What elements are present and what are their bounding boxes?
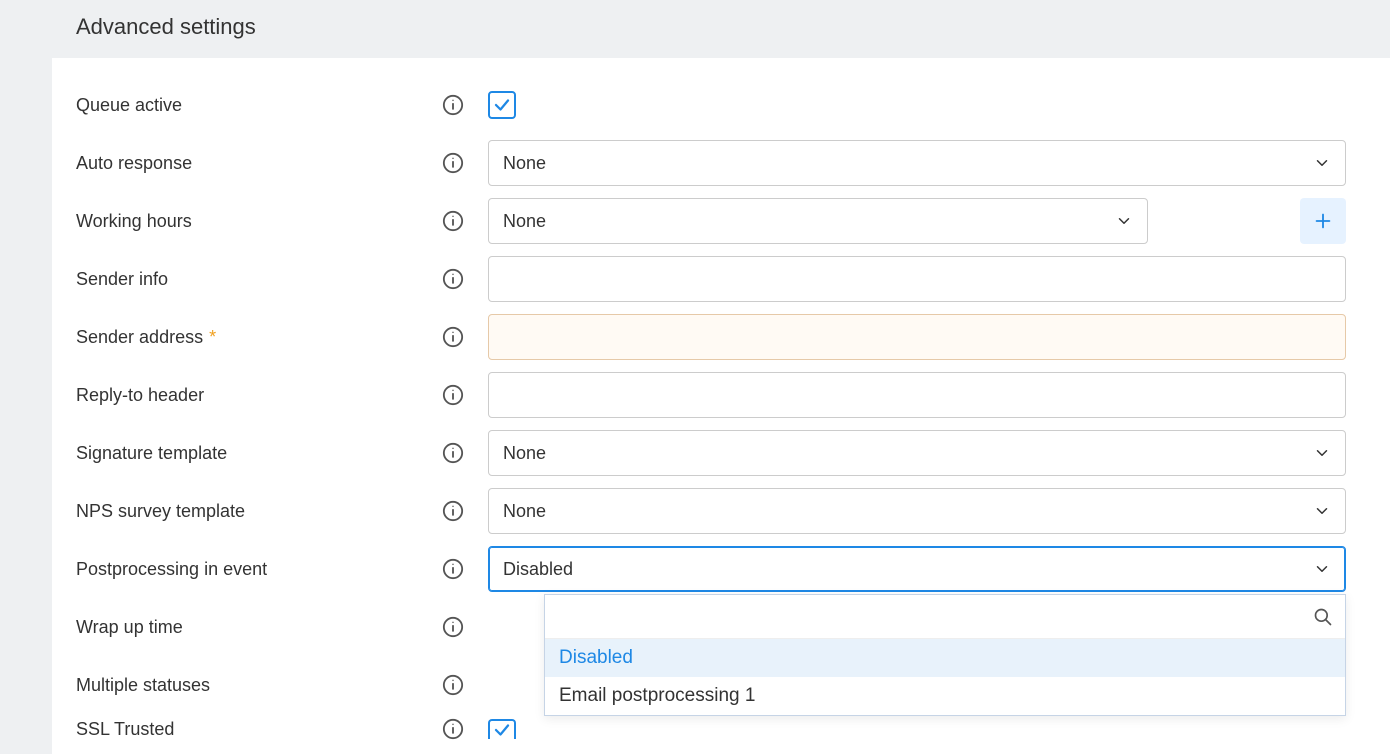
label-wrap-up: Wrap up time bbox=[76, 617, 442, 638]
postprocessing-select[interactable]: Disabled bbox=[488, 546, 1346, 592]
working-hours-value: None bbox=[503, 211, 546, 232]
label-signature: Signature template bbox=[76, 443, 442, 464]
dropdown-search-row bbox=[545, 595, 1345, 639]
auto-response-value: None bbox=[503, 153, 546, 174]
label-auto-response: Auto response bbox=[76, 153, 442, 174]
row-nps: NPS survey template None bbox=[52, 482, 1390, 540]
signature-select[interactable]: None bbox=[488, 430, 1346, 476]
info-icon[interactable] bbox=[442, 268, 464, 290]
chevron-down-icon bbox=[1115, 212, 1133, 230]
chevron-down-icon bbox=[1313, 154, 1331, 172]
nps-select[interactable]: None bbox=[488, 488, 1346, 534]
row-reply-to: Reply-to header bbox=[52, 366, 1390, 424]
sender-address-input-wrap bbox=[488, 314, 1346, 360]
ssl-checkbox[interactable] bbox=[488, 719, 516, 739]
dropdown-option-email-pp1[interactable]: Email postprocessing 1 bbox=[545, 677, 1345, 715]
label-nps: NPS survey template bbox=[76, 501, 442, 522]
row-sender-address: Sender address * bbox=[52, 308, 1390, 366]
label-working-hours: Working hours bbox=[76, 211, 442, 232]
postprocessing-value: Disabled bbox=[503, 559, 573, 580]
label-reply-to: Reply-to header bbox=[76, 385, 442, 406]
add-working-hours-button[interactable] bbox=[1300, 198, 1346, 244]
reply-to-input-wrap bbox=[488, 372, 1346, 418]
label-sender-address-text: Sender address bbox=[76, 327, 203, 348]
info-icon[interactable] bbox=[442, 326, 464, 348]
info-icon[interactable] bbox=[442, 718, 464, 740]
chevron-down-icon bbox=[1313, 502, 1331, 520]
sender-info-input[interactable] bbox=[503, 257, 1331, 301]
info-icon[interactable] bbox=[442, 94, 464, 116]
sender-info-input-wrap bbox=[488, 256, 1346, 302]
nps-value: None bbox=[503, 501, 546, 522]
auto-response-select[interactable]: None bbox=[488, 140, 1346, 186]
required-asterisk-icon: * bbox=[209, 327, 216, 348]
info-icon[interactable] bbox=[442, 442, 464, 464]
dropdown-search-input[interactable] bbox=[557, 605, 1313, 628]
chevron-down-icon bbox=[1313, 560, 1331, 578]
dropdown-option-disabled[interactable]: Disabled bbox=[545, 639, 1345, 677]
info-icon[interactable] bbox=[442, 674, 464, 696]
working-hours-select[interactable]: None bbox=[488, 198, 1148, 244]
label-multi-status: Multiple statuses bbox=[76, 675, 442, 696]
info-icon[interactable] bbox=[442, 210, 464, 232]
row-auto-response: Auto response None bbox=[52, 134, 1390, 192]
row-queue-active: Queue active bbox=[52, 76, 1390, 134]
reply-to-input[interactable] bbox=[503, 373, 1331, 417]
settings-panel: Advanced settings Queue active Auto bbox=[52, 0, 1390, 754]
info-icon[interactable] bbox=[442, 384, 464, 406]
panel-title: Advanced settings bbox=[52, 0, 1390, 58]
info-icon[interactable] bbox=[442, 616, 464, 638]
sender-address-input[interactable] bbox=[503, 315, 1331, 359]
row-ssl: SSL Trusted bbox=[52, 714, 1390, 744]
row-sender-info: Sender info bbox=[52, 250, 1390, 308]
row-signature: Signature template None bbox=[52, 424, 1390, 482]
label-sender-address: Sender address * bbox=[76, 327, 442, 348]
row-postprocessing: Postprocessing in event Disabled bbox=[52, 540, 1390, 598]
signature-value: None bbox=[503, 443, 546, 464]
label-postprocessing: Postprocessing in event bbox=[76, 559, 442, 580]
info-icon[interactable] bbox=[442, 558, 464, 580]
search-icon bbox=[1313, 607, 1333, 627]
label-sender-info: Sender info bbox=[76, 269, 442, 290]
label-queue-active: Queue active bbox=[76, 95, 442, 116]
info-icon[interactable] bbox=[442, 152, 464, 174]
info-icon[interactable] bbox=[442, 500, 464, 522]
postprocessing-dropdown: Disabled Email postprocessing 1 bbox=[544, 594, 1346, 716]
label-ssl: SSL Trusted bbox=[76, 719, 442, 740]
queue-active-checkbox[interactable] bbox=[488, 91, 516, 119]
chevron-down-icon bbox=[1313, 444, 1331, 462]
row-working-hours: Working hours None bbox=[52, 192, 1390, 250]
